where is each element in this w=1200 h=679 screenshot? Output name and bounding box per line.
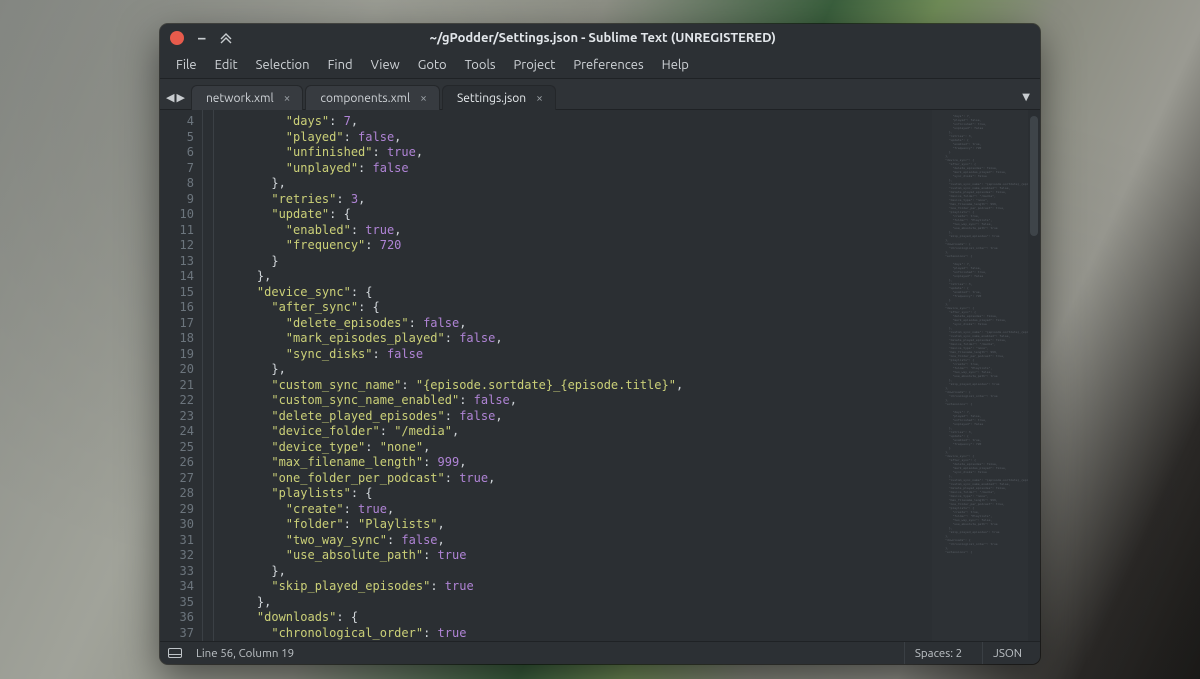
menu-goto[interactable]: Goto <box>410 55 455 75</box>
tab-back-icon[interactable]: ◀ <box>166 91 174 104</box>
minimap[interactable]: "days": 7, "played": false, "unfinished"… <box>932 110 1028 641</box>
tab-close-icon[interactable]: × <box>536 92 543 105</box>
tab-label: components.xml <box>320 92 410 105</box>
menu-preferences[interactable]: Preferences <box>565 55 651 75</box>
tab-bar: ◀ ▶ network.xml×components.xml×Settings.… <box>160 79 1040 110</box>
menu-tools[interactable]: Tools <box>457 55 504 75</box>
scrollbar-thumb[interactable] <box>1030 116 1038 236</box>
menu-selection[interactable]: Selection <box>248 55 318 75</box>
tab-settings-json[interactable]: Settings.json × <box>442 85 556 110</box>
status-bar: Line 56, Column 19 Spaces: 2 JSON <box>160 641 1040 664</box>
line-number-gutter[interactable]: 4567891011121314151617181920212223242526… <box>160 110 202 641</box>
tab-history-nav: ◀ ▶ <box>166 91 185 104</box>
tab-label: network.xml <box>206 92 274 105</box>
menu-file[interactable]: File <box>168 55 205 75</box>
panel-switcher-icon[interactable] <box>168 648 182 658</box>
window-maximize-button[interactable] <box>220 32 232 44</box>
window-close-button[interactable] <box>170 31 184 45</box>
menu-help[interactable]: Help <box>654 55 697 75</box>
tab-label: Settings.json <box>457 92 526 105</box>
tab-dropdown-icon[interactable]: ▼ <box>1022 91 1030 103</box>
tab-components-xml[interactable]: components.xml × <box>305 85 440 110</box>
menu-bar: FileEditSelectionFindViewGotoToolsProjec… <box>160 52 1040 79</box>
tab-close-icon[interactable]: × <box>284 92 291 105</box>
menu-view[interactable]: View <box>363 55 408 75</box>
tab-close-icon[interactable]: × <box>420 92 427 105</box>
window-title: ~/gPodder/Settings.json - Sublime Text (… <box>232 31 975 45</box>
fold-gutter[interactable] <box>202 110 214 641</box>
minimap-content: "days": 7, "played": false, "unfinished"… <box>938 114 1022 558</box>
indentation-setting[interactable]: Spaces: 2 <box>904 642 972 664</box>
cursor-position[interactable]: Line 56, Column 19 <box>196 647 294 660</box>
menu-edit[interactable]: Edit <box>207 55 246 75</box>
title-bar[interactable]: – ~/gPodder/Settings.json - Sublime Text… <box>160 24 1040 52</box>
menu-project[interactable]: Project <box>506 55 564 75</box>
editor-area: 4567891011121314151617181920212223242526… <box>160 110 1040 641</box>
syntax-setting[interactable]: JSON <box>982 642 1032 664</box>
menu-find[interactable]: Find <box>320 55 361 75</box>
window-minimize-button[interactable]: – <box>198 33 206 43</box>
tab-forward-icon[interactable]: ▶ <box>176 91 184 104</box>
code-view[interactable]: "days": 7, "played": false, "unfinished"… <box>214 110 932 641</box>
app-window: – ~/gPodder/Settings.json - Sublime Text… <box>160 24 1040 664</box>
tab-network-xml[interactable]: network.xml × <box>191 85 303 110</box>
vertical-scrollbar[interactable] <box>1028 110 1040 641</box>
